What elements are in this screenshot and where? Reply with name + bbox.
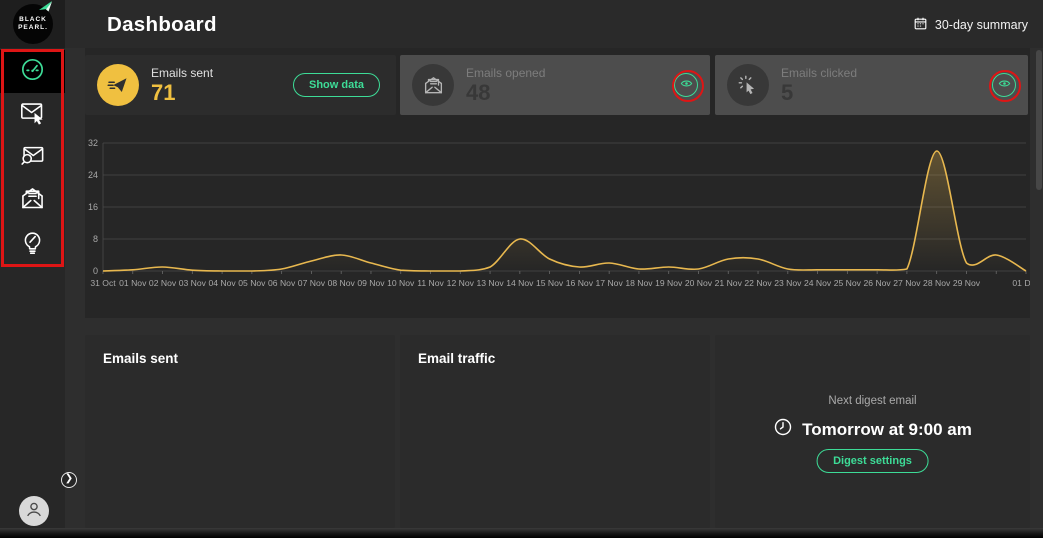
svg-text:02 Nov: 02 Nov <box>149 278 177 288</box>
envelope-open-icon <box>19 185 46 217</box>
cursor-click-icon <box>727 64 769 106</box>
eye-icon <box>998 77 1011 93</box>
svg-text:01 Nov: 01 Nov <box>119 278 147 288</box>
line-chart: 0 8 16 24 32 31 Oct01 Nov02 Nov03 Nov04 Nov05… <box>85 128 1030 300</box>
period-label: 30-day summary <box>935 18 1028 32</box>
stat-label: Emails opened <box>466 66 545 80</box>
sidebar-item-insights[interactable] <box>0 222 65 265</box>
sidebar-nav <box>0 50 65 265</box>
gauge-icon <box>19 56 46 88</box>
svg-text:8: 8 <box>93 234 98 244</box>
svg-text:16 Nov: 16 Nov <box>566 278 594 288</box>
envelope-cursor-icon <box>19 99 46 131</box>
stat-card-emails-sent: Emails sent 71 Show data <box>85 55 396 115</box>
user-icon <box>23 498 45 525</box>
logo-block[interactable]: BLACK PEARL. <box>0 0 65 48</box>
stat-card-emails-clicked: Emails clicked 5 <box>715 55 1028 115</box>
header-bar: Dashboard 30-day summary <box>65 0 1043 48</box>
svg-text:29 Nov: 29 Nov <box>953 278 981 288</box>
svg-text:26 Nov: 26 Nov <box>864 278 892 288</box>
sidebar-expand-button[interactable]: ❯ <box>61 472 77 488</box>
svg-text:20 Nov: 20 Nov <box>685 278 713 288</box>
svg-text:27 Nov: 27 Nov <box>893 278 921 288</box>
digest-settings-button[interactable]: Digest settings <box>816 449 929 473</box>
page-title: Dashboard <box>107 13 217 37</box>
svg-text:19 Nov: 19 Nov <box>655 278 683 288</box>
stat-value: 71 <box>151 81 213 105</box>
svg-text:16: 16 <box>88 202 98 212</box>
svg-text:25 Nov: 25 Nov <box>834 278 862 288</box>
paper-plane-icon <box>97 64 139 106</box>
svg-text:17 Nov: 17 Nov <box>596 278 624 288</box>
svg-text:03 Nov: 03 Nov <box>179 278 207 288</box>
svg-text:05 Nov: 05 Nov <box>238 278 266 288</box>
sidebar: BLACK PEARL. <box>0 0 65 538</box>
svg-text:23 Nov: 23 Nov <box>774 278 802 288</box>
show-data-button[interactable]: Show data <box>293 73 380 97</box>
svg-text:15 Nov: 15 Nov <box>536 278 564 288</box>
svg-text:04 Nov: 04 Nov <box>208 278 236 288</box>
chevron-right-icon: ❯ <box>65 473 73 484</box>
clock-icon <box>773 417 793 442</box>
sidebar-item-emails-sent[interactable] <box>0 93 65 136</box>
svg-text:24: 24 <box>88 170 98 180</box>
svg-text:06 Nov: 06 Nov <box>268 278 296 288</box>
card-title: Emails sent <box>103 351 178 366</box>
svg-text:24 Nov: 24 Nov <box>804 278 832 288</box>
eye-icon <box>680 77 693 93</box>
svg-text:14 Nov: 14 Nov <box>506 278 534 288</box>
card-email-traffic: Email traffic 89% Internal 11% External <box>400 335 710 528</box>
envelope-open-icon <box>412 64 454 106</box>
svg-text:22 Nov: 22 Nov <box>744 278 772 288</box>
stat-card-emails-opened: Emails opened 48 <box>400 55 710 115</box>
svg-text:31 Oct: 31 Oct <box>90 278 116 288</box>
user-avatar[interactable] <box>19 496 49 526</box>
svg-text:08 Nov: 08 Nov <box>328 278 356 288</box>
paper-plane-icon <box>37 0 55 19</box>
envelope-search-icon <box>19 142 46 174</box>
show-metric-toggle[interactable] <box>992 73 1016 97</box>
stat-value: 5 <box>781 81 857 105</box>
vertical-scrollbar[interactable] <box>1036 50 1042 190</box>
svg-text:18 Nov: 18 Nov <box>625 278 653 288</box>
svg-text:10 Nov: 10 Nov <box>387 278 415 288</box>
svg-text:12 Nov: 12 Nov <box>447 278 475 288</box>
card-next-digest: Next digest email Tomorrow at 9:00 am Di… <box>715 335 1030 528</box>
sidebar-item-dashboard[interactable] <box>0 50 65 93</box>
card-emails-sent-breakdown: Emails sent 48% New 52% Reply 0% Forward <box>85 335 395 528</box>
window-bottom-edge <box>0 528 1043 538</box>
svg-text:01 Dec: 01 Dec <box>1012 278 1030 288</box>
digest-label: Next digest email <box>715 395 1030 407</box>
card-title: Email traffic <box>418 351 495 366</box>
stat-value: 48 <box>466 81 545 105</box>
svg-text:32: 32 <box>88 138 98 148</box>
stat-label: Emails clicked <box>781 66 857 80</box>
svg-text:28 Nov: 28 Nov <box>923 278 951 288</box>
brand-name-line2: PEARL. <box>18 24 48 32</box>
svg-text:13 Nov: 13 Nov <box>476 278 504 288</box>
sidebar-item-email-content[interactable] <box>0 179 65 222</box>
digest-time: Tomorrow at 9:00 am <box>802 420 972 440</box>
show-metric-toggle[interactable] <box>674 73 698 97</box>
lightbulb-icon <box>19 228 46 260</box>
sidebar-item-emails-opened[interactable] <box>0 136 65 179</box>
svg-text:21 Nov: 21 Nov <box>715 278 743 288</box>
svg-text:09 Nov: 09 Nov <box>357 278 385 288</box>
svg-text:11 Nov: 11 Nov <box>417 278 444 288</box>
svg-text:07 Nov: 07 Nov <box>298 278 326 288</box>
dashboard-app: BLACK PEARL. <box>0 0 1043 538</box>
period-summary[interactable]: 30-day summary <box>913 16 1028 34</box>
calendar-icon <box>913 16 928 34</box>
svg-text:0: 0 <box>93 266 98 276</box>
stat-label: Emails sent <box>151 66 213 80</box>
brand-logo: BLACK PEARL. <box>13 4 53 44</box>
